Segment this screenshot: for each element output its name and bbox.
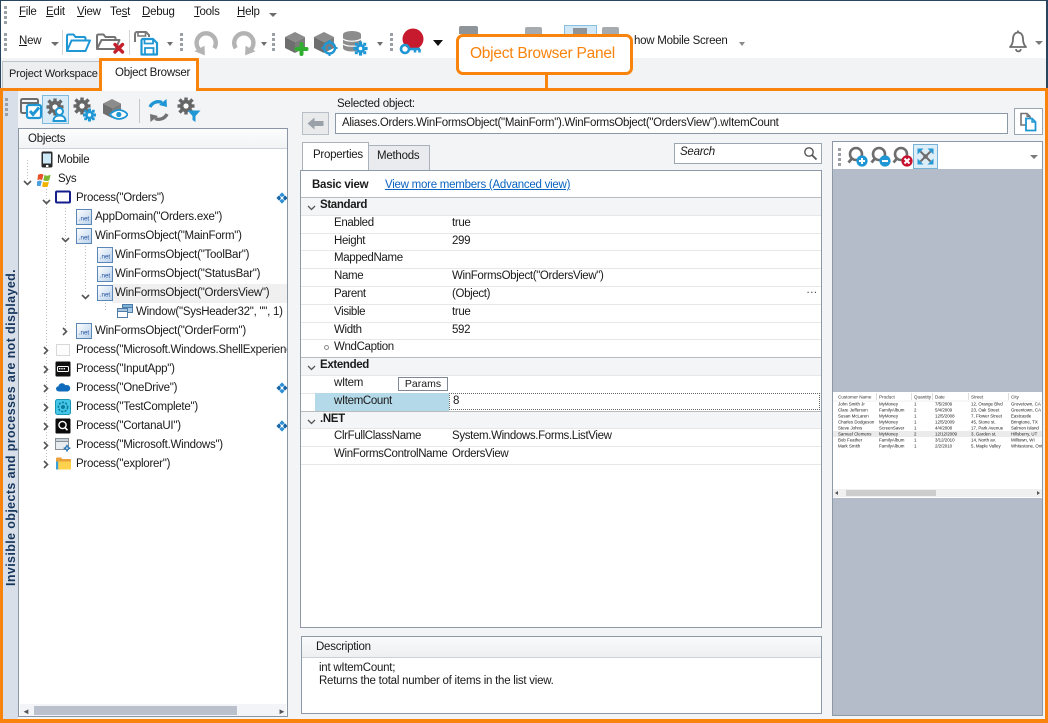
svg-text:FamilyAlbum: FamilyAlbum (879, 444, 905, 449)
svg-text:.net: .net (100, 273, 111, 280)
svg-text:Samuel Clemens: Samuel Clemens (838, 432, 872, 437)
svg-text:Eastcastle: Eastcastle (1011, 414, 1032, 419)
svg-text:ScreenSaver: ScreenSaver (879, 426, 905, 431)
svg-text:23, Oak Street: 23, Oak Street (971, 408, 1000, 413)
svg-text:Bob Feather: Bob Feather (838, 438, 863, 443)
svg-text:.net: .net (100, 292, 111, 299)
svg-text:MyMoney: MyMoney (879, 432, 899, 437)
svg-text:Greentown, CA: Greentown, CA (1011, 408, 1041, 413)
svg-text:7/5/2009: 7/5/2009 (935, 402, 953, 407)
svg-text:.net: .net (79, 330, 90, 337)
svg-text:John Smith Jr: John Smith Jr (838, 402, 865, 407)
svg-text:12/12/2009: 12/12/2009 (935, 432, 958, 437)
svg-text:7, Flower Street: 7, Flower Street (971, 414, 1003, 419)
svg-text:.net: .net (100, 254, 111, 261)
svg-text:Steve Johns: Steve Johns (838, 426, 863, 431)
svg-text:Susan McLaren: Susan McLaren (838, 414, 869, 419)
svg-text:Product: Product (879, 395, 896, 400)
svg-text:City: City (1011, 395, 1020, 400)
svg-text:FamilyAlbum: FamilyAlbum (879, 438, 905, 443)
svg-text:Quantity: Quantity (914, 395, 932, 400)
svg-text:3/12/2010: 3/12/2010 (935, 438, 955, 443)
svg-text:2/2/2010: 2/2/2010 (935, 444, 953, 449)
svg-text:Customer Name: Customer Name (838, 395, 872, 400)
svg-text:Date: Date (935, 395, 945, 400)
svg-text:Clare Jefferson: Clare Jefferson (838, 408, 868, 413)
svg-text:FamilyAlbum: FamilyAlbum (879, 408, 905, 413)
svg-text:Grovetown, CA: Grovetown, CA (1011, 402, 1041, 407)
svg-text:Salmon Island: Salmon Island (1011, 426, 1039, 431)
svg-text:.net: .net (79, 216, 90, 223)
svg-text:Street: Street (971, 395, 984, 400)
svg-text:.net: .net (79, 235, 90, 242)
svg-text:12/5/2009: 12/5/2009 (935, 420, 955, 425)
svg-text:12, Orange Blvd: 12, Orange Blvd (971, 402, 1003, 407)
svg-text:Milltown, WI: Milltown, WI (1011, 438, 1035, 443)
svg-text:4/4/2008: 4/4/2008 (935, 426, 953, 431)
svg-text:12/5/2008: 12/5/2008 (935, 414, 955, 419)
svg-text:5, Maple Valley: 5, Maple Valley (971, 444, 1001, 449)
svg-text:Mark Smith: Mark Smith (838, 444, 861, 449)
svg-text:Whitestone, Onta: Whitestone, Onta (1011, 444, 1042, 449)
svg-text:Bringtone, TX: Bringtone, TX (1011, 420, 1038, 425)
svg-text:45, Stone st.: 45, Stone st. (971, 420, 996, 425)
svg-text:17, Park Avenue: 17, Park Avenue (971, 426, 1004, 431)
svg-text:MyMoney: MyMoney (879, 414, 899, 419)
svg-text:Charles Dodgeson: Charles Dodgeson (838, 420, 875, 425)
svg-text:14, North av.: 14, North av. (971, 438, 996, 443)
svg-text:MyMoney: MyMoney (879, 420, 899, 425)
svg-text:5/4/2009: 5/4/2009 (935, 408, 953, 413)
svg-text:3, Garden st.: 3, Garden st. (971, 432, 996, 437)
svg-text:Hillsberry, UT: Hillsberry, UT (1011, 432, 1038, 437)
svg-text:MyMoney: MyMoney (879, 402, 899, 407)
